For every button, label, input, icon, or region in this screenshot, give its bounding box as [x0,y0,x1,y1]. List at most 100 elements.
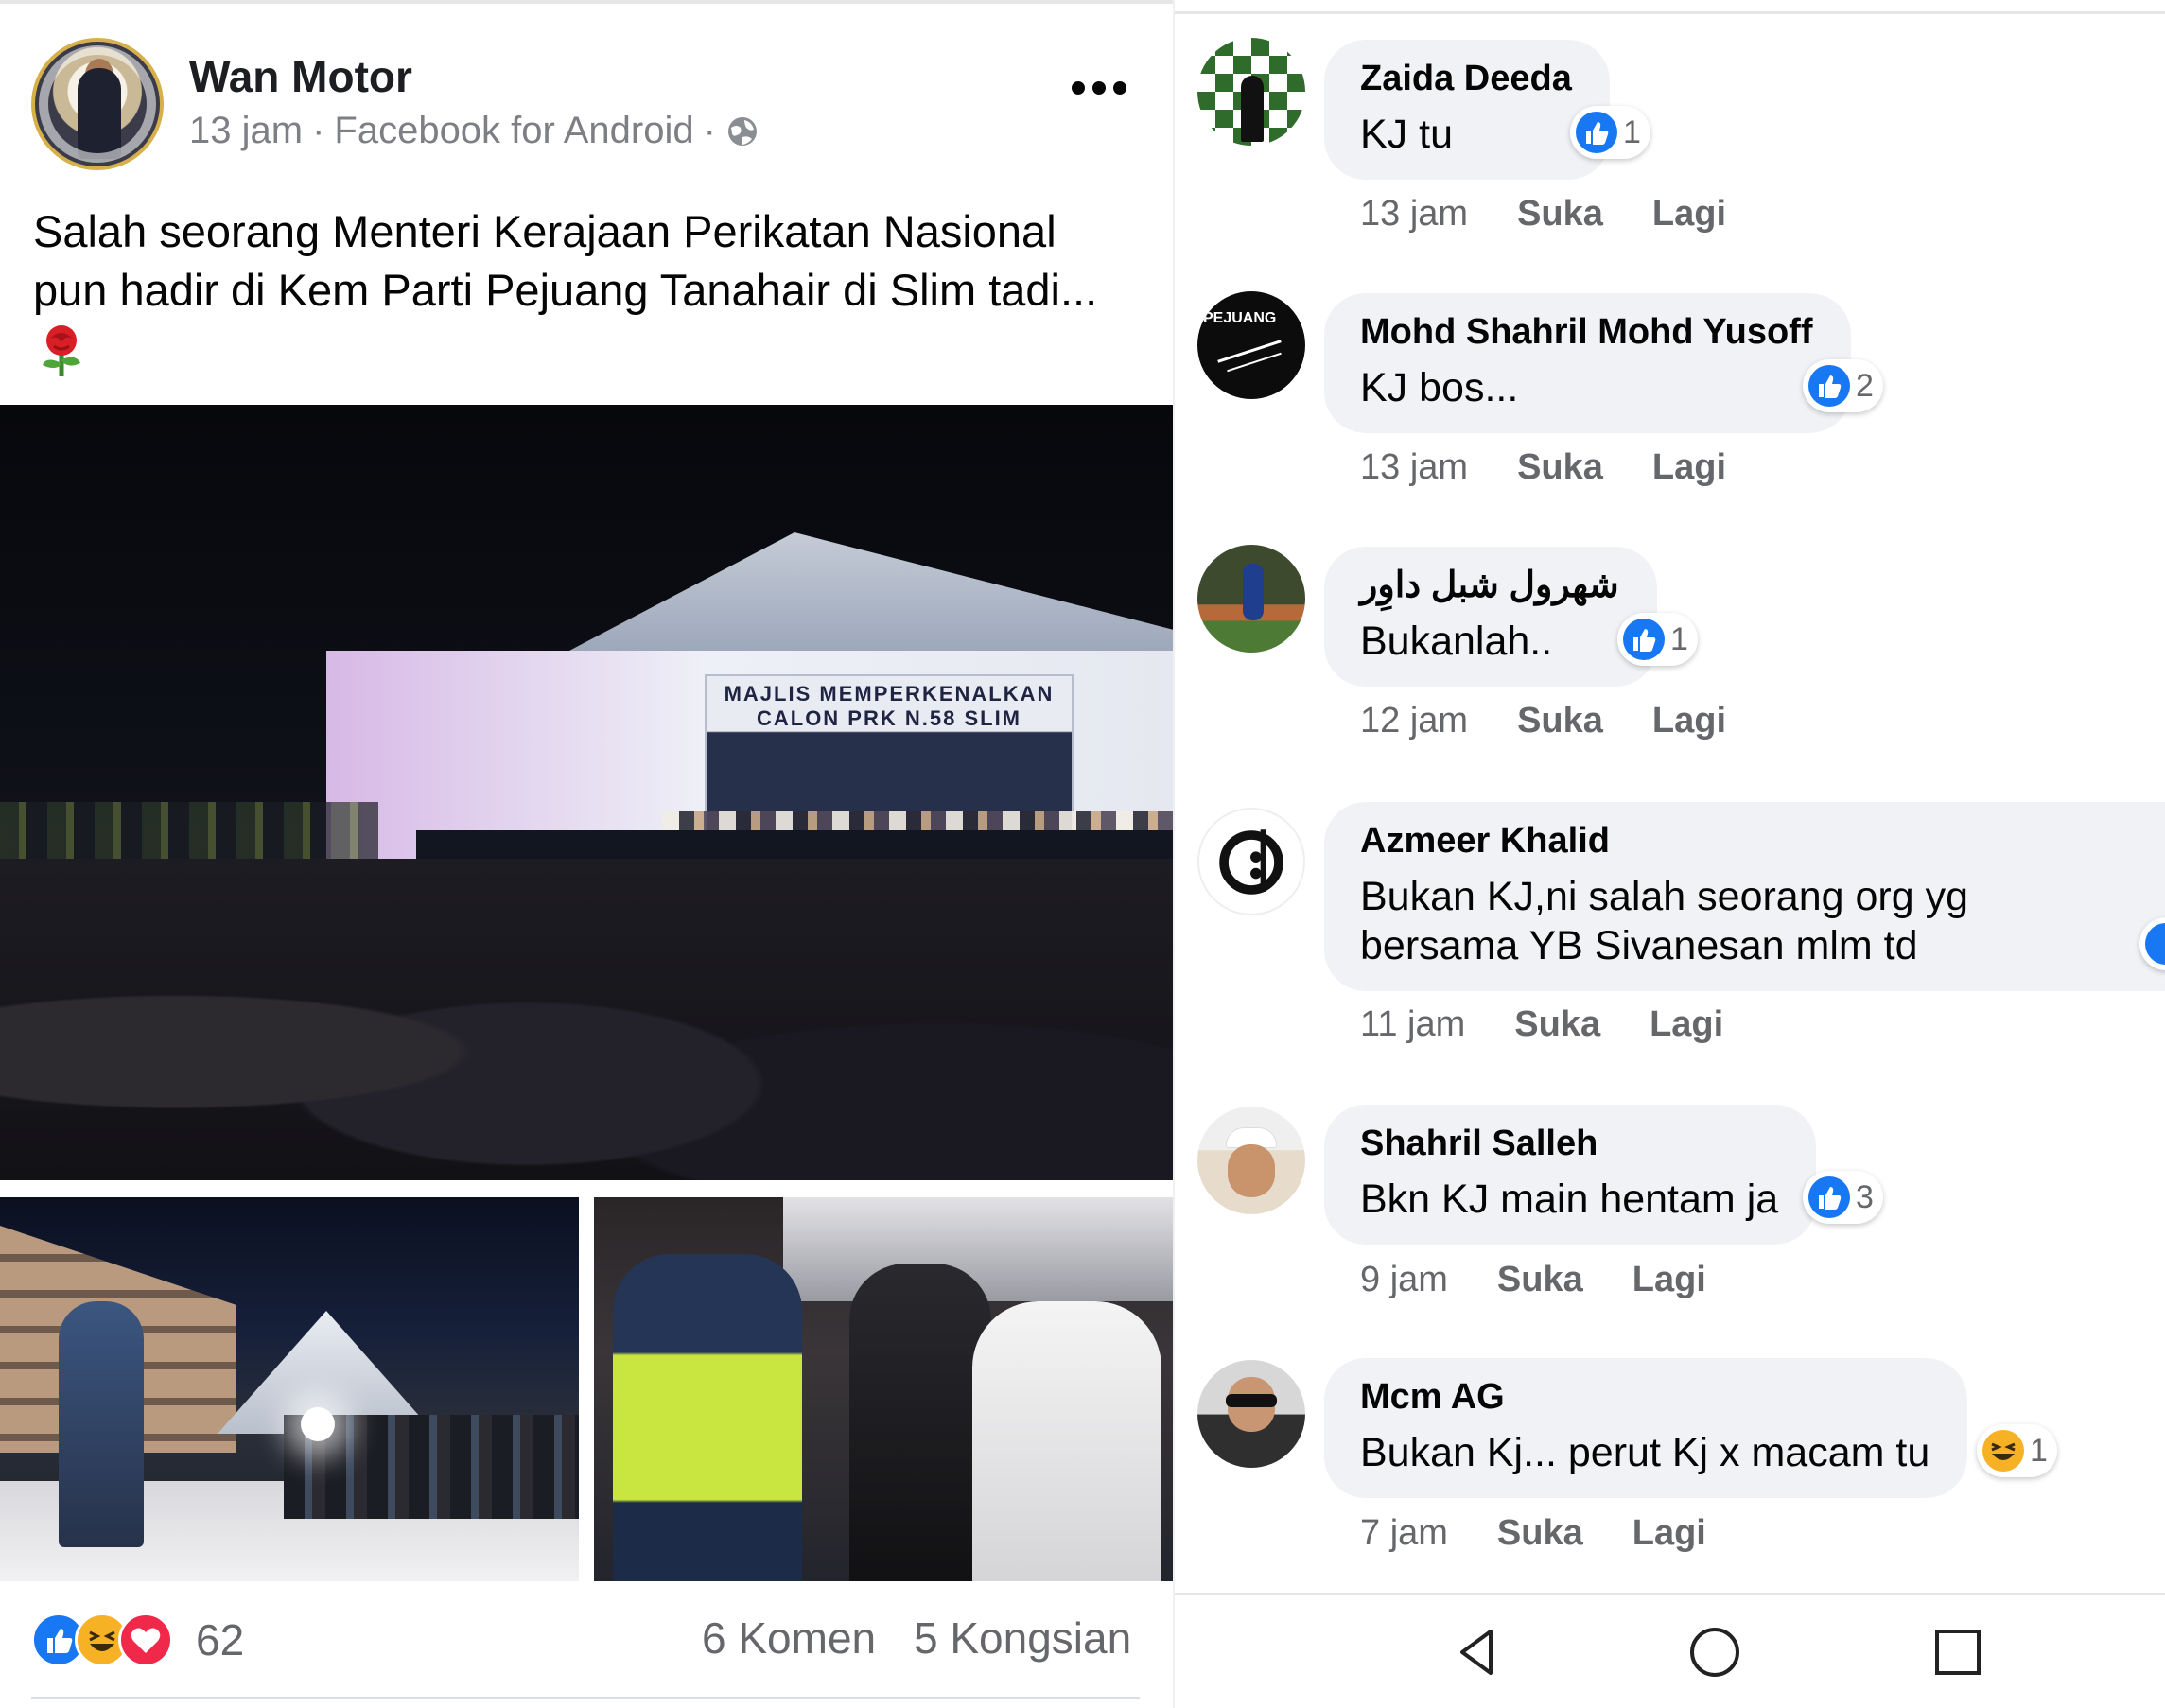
commenter-avatar[interactable] [1197,38,1305,146]
more-options-button[interactable] [1072,74,1132,102]
comments-count-link[interactable]: 6 Komen [702,1612,876,1664]
recents-icon[interactable] [1929,1624,1986,1681]
comment-reaction[interactable]: 1 [1617,613,1698,666]
author-name[interactable]: Wan Motor [189,51,412,102]
comment-bubble[interactable]: شهرول شبل داوِر Bukanlah.. [1324,547,1657,687]
comments-panel: Zaida Deeda KJ tu 1 13 jam Suka Lagi PEJ… [1175,0,2165,1708]
commenter-avatar[interactable] [1197,545,1305,653]
post-meta: 13 jam · Facebook for Android · [189,110,759,152]
commenter-name[interactable]: شهرول شبل داوِر [1360,564,1619,607]
comment-text: Bukan KJ,ni salah seorang org yg bersama… [1360,872,2165,970]
comment-text: Bukan Kj... perut Kj x macam tu [1360,1430,1930,1475]
more-button[interactable]: Lagi [1632,1513,1706,1554]
comment-time[interactable]: 11 jam [1360,1004,1465,1045]
globe-icon [727,116,757,146]
like-icon [1808,1176,1850,1218]
comment-time[interactable]: 12 jam [1360,701,1468,741]
more-button[interactable]: Lagi [1652,447,1726,488]
more-button[interactable]: Lagi [1652,701,1726,741]
comment-reaction[interactable]: 1 [1977,1424,2057,1477]
comment-actions: 12 jam Suka Lagi [1360,701,1726,741]
like-button[interactable]: Suka [1497,1260,1583,1300]
reaction-count: 3 [1856,1178,1874,1215]
comment-text: KJ bos... [1360,365,1519,410]
dot-icon [1113,81,1126,95]
more-button[interactable]: Lagi [1632,1260,1706,1300]
like-icon [1576,112,1617,153]
commenter-avatar[interactable] [1197,1107,1305,1214]
like-button[interactable]: Suka [1514,1004,1600,1045]
comment-text-line: bersama YB Sivanesan mlm td [1360,923,1918,968]
shares-count-link[interactable]: 5 Kongsian [914,1612,1131,1664]
comment-reaction[interactable]: 2 [1803,359,1883,412]
reaction-count: 62 [196,1615,245,1664]
comment-time[interactable]: 13 jam [1360,194,1468,235]
post-time[interactable]: 13 jam [189,110,303,152]
comment-text-line: Bukan KJ,ni salah seorang org yg [1360,874,1969,919]
reaction-summary[interactable]: 62 [31,1612,244,1667]
author-avatar[interactable] [31,38,164,170]
like-icon [1623,619,1665,660]
comment-text: Bkn KJ main hentam ja [1360,1176,1779,1222]
reaction-count: 1 [1670,620,1688,657]
banner-line: CALON PRK N.58 SLIM [756,706,1022,730]
caption-line: Salah seorang Menteri Kerajaan Perikatan… [33,206,1056,256]
post-photo-main[interactable]: MAJLIS MEMPERKENALKAN CALON PRK N.58 SLI… [0,405,1173,1180]
post-photo-bottom-left[interactable] [0,1197,579,1581]
commenter-name[interactable]: Mcm AG [1360,1375,1929,1419]
more-button[interactable]: Lagi [1650,1004,1723,1045]
banner-line: MAJLIS MEMPERKENALKAN [724,682,1055,706]
comment-time[interactable]: 13 jam [1360,447,1468,488]
caption-line: pun hadir di Kem Parti Pejuang Tanahair … [33,265,1098,315]
top-divider [1175,11,2165,14]
post-panel: Wan Motor 13 jam · Facebook for Android … [0,0,1173,1708]
post-caption: Salah seorang Menteri Kerajaan Perikatan… [33,202,1149,380]
like-icon [2145,923,2165,965]
comment-bubble[interactable]: Shahril Salleh Bkn KJ main hentam ja [1324,1105,1817,1245]
commenter-avatar[interactable]: PEJUANG [1197,291,1305,399]
like-button[interactable]: Suka [1517,194,1603,235]
commenter-name[interactable]: Zaida Deeda [1360,57,1572,100]
comment-actions: 13 jam Suka Lagi [1360,194,1726,235]
comment-time[interactable]: 9 jam [1360,1260,1448,1300]
comment-actions: 11 jam Suka Lagi [1360,1004,1723,1045]
haha-icon [1982,1430,2024,1472]
commenter-avatar[interactable] [1197,808,1305,915]
post-photo-bottom-right[interactable] [594,1197,1173,1581]
reaction-count: 1 [2030,1432,2048,1469]
comment-text: Bukanlah.. [1360,619,1553,664]
comment-bubble[interactable]: Mohd Shahril Mohd Yusoff KJ bos... [1324,293,1851,433]
meta-separator: · [312,110,325,151]
dot-icon [1072,81,1085,95]
like-button[interactable]: Suka [1517,447,1603,488]
bottom-divider [31,1697,1140,1699]
comment-reaction[interactable]: 3 [1803,1171,1883,1224]
reaction-count: 1 [1623,113,1641,150]
commenter-name[interactable]: Mohd Shahril Mohd Yusoff [1360,310,1813,354]
meta-separator: · [703,110,716,151]
rose-emoji-icon [43,325,80,376]
logo-icon [1219,829,1283,895]
comment-bubble[interactable]: Zaida Deeda KJ tu [1324,40,1610,180]
post-source: Facebook for Android [334,110,694,151]
avatar-label: PEJUANG [1203,310,1277,326]
reaction-count: 2 [1856,367,1874,404]
commenter-name[interactable]: Azmeer Khalid [1360,819,2165,863]
comment-bubble[interactable]: Mcm AG Bukan Kj... perut Kj x macam tu [1324,1358,1968,1498]
comment-text: KJ tu [1360,112,1453,157]
comment-actions: 13 jam Suka Lagi [1360,447,1726,488]
comment-actions: 9 jam Suka Lagi [1360,1260,1706,1300]
dot-icon [1092,81,1106,95]
android-navbar [1175,1595,2165,1708]
comment-bubble[interactable]: Azmeer Khalid Bukan KJ,ni salah seorang … [1324,802,2165,991]
top-divider [0,0,1173,4]
like-button[interactable]: Suka [1497,1513,1583,1554]
back-icon[interactable] [1449,1624,1506,1681]
like-button[interactable]: Suka [1517,701,1603,741]
commenter-name[interactable]: Shahril Salleh [1360,1122,1778,1165]
home-icon[interactable] [1686,1624,1743,1681]
comment-time[interactable]: 7 jam [1360,1513,1448,1554]
more-button[interactable]: Lagi [1652,194,1726,235]
commenter-avatar[interactable] [1197,1360,1305,1468]
comment-reaction[interactable]: 1 [1570,106,1650,159]
